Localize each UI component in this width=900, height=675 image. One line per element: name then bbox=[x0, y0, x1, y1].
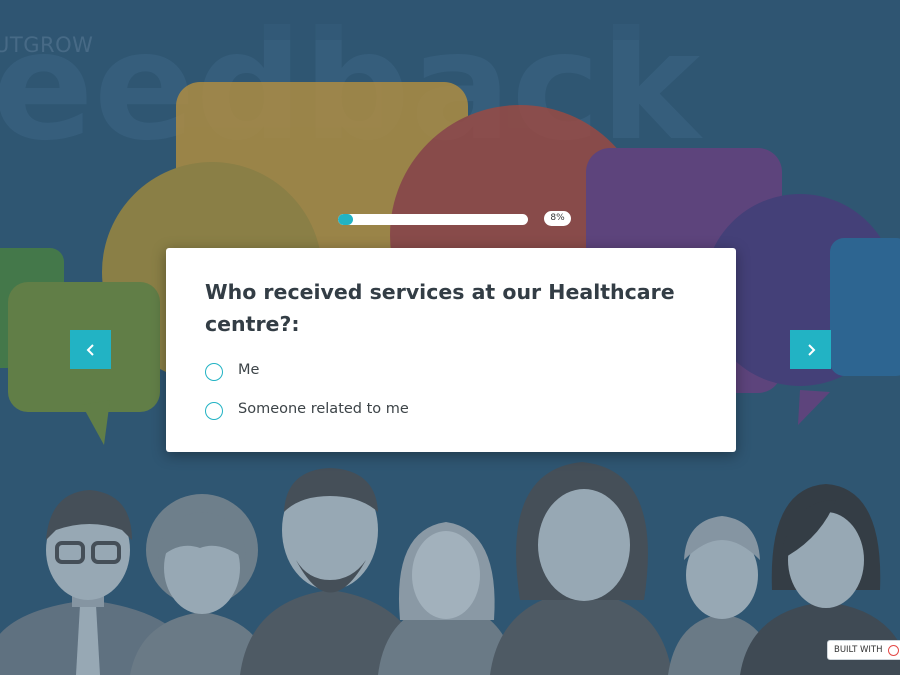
option-someone-related[interactable]: Someone related to me bbox=[205, 389, 696, 428]
progress-fill bbox=[338, 214, 354, 225]
chevron-left-icon bbox=[86, 343, 94, 356]
progress-bar bbox=[338, 214, 528, 225]
progress-percent: 8% bbox=[544, 211, 571, 226]
option-me[interactable]: Me bbox=[205, 350, 696, 389]
radio-button[interactable] bbox=[205, 362, 223, 381]
chevron-right-icon bbox=[807, 343, 815, 356]
question-card: Who received services at our Healthcare … bbox=[166, 248, 736, 452]
bubble-shade bbox=[0, 0, 900, 40]
answer-options: Me Someone related to me bbox=[205, 350, 696, 428]
built-with-badge[interactable]: BUILT WITH bbox=[827, 640, 900, 660]
option-label: Someone related to me bbox=[238, 400, 409, 417]
previous-button[interactable] bbox=[70, 330, 111, 369]
radio-button[interactable] bbox=[205, 401, 223, 420]
next-button[interactable] bbox=[790, 330, 831, 369]
brand-logo-text: UTGROW bbox=[0, 33, 94, 57]
question-title: Who received services at our Healthcare … bbox=[205, 280, 675, 336]
outgrow-logo-icon bbox=[887, 644, 899, 656]
built-with-label: BUILT WITH bbox=[834, 645, 883, 655]
people-illustration bbox=[0, 462, 900, 675]
option-label: Me bbox=[238, 361, 260, 378]
